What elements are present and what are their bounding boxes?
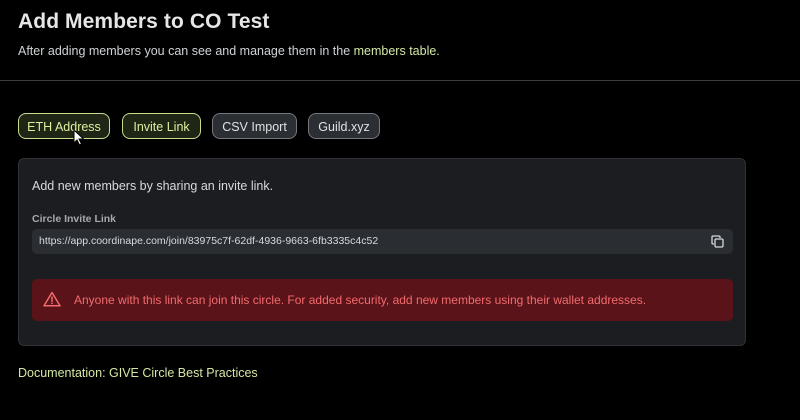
tab-guild-xyz[interactable]: Guild.xyz [308,113,380,139]
documentation-link[interactable]: Documentation: GIVE Circle Best Practice… [18,366,258,380]
panel-description: Add new members by sharing an invite lin… [32,179,274,193]
page-subtitle: After adding members you can see and man… [18,44,440,58]
page: Add Members to CO Test After adding memb… [0,0,800,420]
subtitle-text: After adding members you can see and man… [18,44,354,58]
tab-csv-import[interactable]: CSV Import [212,113,297,139]
header-divider [0,80,800,81]
alert-message: Anyone with this link can join this circ… [74,293,647,307]
members-table-link[interactable]: members table. [354,44,440,58]
tab-invite-link[interactable]: Invite Link [122,113,201,139]
invite-link-field[interactable]: https://app.coordinape.com/join/83975c7f… [32,229,733,254]
tab-eth-address[interactable]: ETH Address [18,113,110,139]
mouse-pointer-icon [73,129,85,146]
invite-link-panel: Add new members by sharing an invite lin… [18,158,746,346]
invite-link-label: Circle Invite Link [32,213,117,225]
warning-icon [43,291,61,307]
security-alert: Anyone with this link can join this circ… [32,279,733,321]
page-title: Add Members to CO Test [18,10,270,33]
invite-link-value[interactable]: https://app.coordinape.com/join/83975c7f… [39,235,378,247]
copy-icon[interactable] [711,235,724,248]
